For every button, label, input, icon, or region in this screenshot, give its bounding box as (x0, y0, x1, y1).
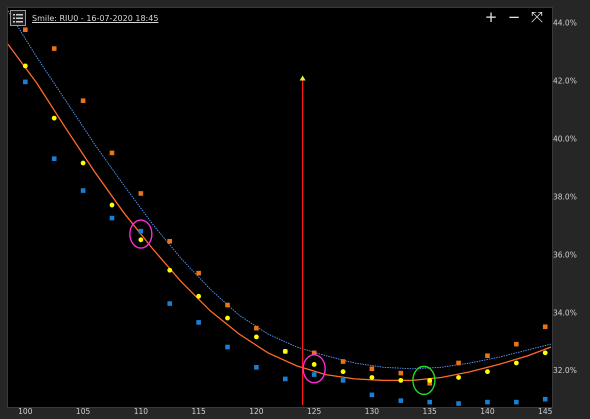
chart-toolbar: + − ⤧ (484, 10, 544, 25)
chart-title[interactable]: Smile: RIU0 - 16-07-2020 18:45 (32, 14, 158, 23)
mid-point (456, 375, 461, 380)
bid-point (109, 215, 115, 221)
mid-point (282, 348, 288, 354)
x-tick-label: 110 (134, 407, 149, 416)
y-tick-label: 34.0% (553, 308, 577, 317)
ask-point (196, 270, 201, 276)
zoom-out-icon[interactable]: − (507, 10, 521, 25)
ask-point (225, 302, 230, 308)
bid-point (369, 392, 375, 398)
bid-point (225, 344, 230, 350)
ask-point (456, 360, 461, 366)
mid-point (51, 115, 57, 121)
y-tick-label: 44.0% (553, 18, 577, 27)
mid-point (80, 160, 86, 166)
mid-point (340, 369, 346, 375)
ask-point (398, 370, 404, 376)
ask-point (542, 324, 548, 330)
ask-point (369, 366, 375, 372)
y-tick-label: 42.0% (553, 76, 577, 85)
bid-point (254, 365, 259, 370)
bid-point (80, 188, 86, 193)
mid-point (225, 315, 230, 321)
x-tick-label: 130 (365, 407, 380, 416)
mid-point (427, 377, 433, 383)
ask-point (167, 238, 173, 244)
y-tick-label: 38.0% (553, 192, 577, 201)
bid-point (398, 398, 404, 403)
mid-point (398, 377, 404, 383)
ask-point (109, 150, 115, 156)
x-tick-label: 135 (423, 407, 438, 416)
bid-point (282, 376, 288, 382)
ask-point (485, 353, 490, 359)
mid-point (369, 375, 375, 380)
bid-point (167, 301, 173, 306)
smile-chart[interactable]: 100 105 110 115 120 125 130 135 140 145 32.0% 34.0%… (0, 0, 590, 419)
mid-point (196, 293, 202, 299)
fit-icon[interactable]: ⤧ (530, 10, 544, 25)
mid-point (167, 267, 173, 273)
ask-point (514, 341, 519, 347)
list-icon-glyph (13, 13, 23, 22)
ask-point (51, 46, 57, 51)
bid-point (311, 372, 317, 377)
bid-point (340, 378, 346, 383)
mid-point (109, 202, 115, 208)
list-icon[interactable] (10, 10, 26, 26)
bid-point (23, 79, 28, 85)
bid-point (456, 401, 461, 406)
x-tick-label: 125 (307, 407, 322, 416)
ask-point (138, 191, 144, 196)
bid-point (51, 156, 57, 161)
mid-point (485, 369, 490, 375)
mid-point (542, 350, 548, 356)
bid-point (196, 320, 201, 325)
ask-point (80, 98, 86, 104)
ask-point (23, 27, 28, 33)
mid-point (22, 63, 28, 69)
x-tick-label: 140 (480, 407, 495, 416)
x-tick-label: 145 (538, 407, 553, 416)
chart-window: 100 105 110 115 120 125 130 135 140 145 32.0% 34.0%… (0, 0, 590, 419)
x-tick-label: 120 (249, 407, 264, 416)
ask-point (340, 359, 346, 364)
strike-marker (299, 75, 306, 81)
fitted-smile-curve (7, 43, 552, 382)
bid-point (138, 228, 144, 234)
x-tick-label: 100 (18, 407, 33, 416)
mid-point (253, 334, 259, 340)
bid-point (514, 399, 519, 405)
mid-point (513, 360, 519, 366)
bid-point (427, 399, 432, 405)
mid-point (138, 237, 144, 243)
mid-point (311, 362, 317, 367)
chart-header: Smile: RIU0 - 16-07-2020 18:45 (10, 10, 158, 26)
y-tick-label: 32.0% (553, 366, 577, 375)
ask-point (254, 325, 259, 331)
bid-point (542, 396, 548, 402)
x-tick-label: 105 (76, 407, 91, 416)
zoom-in-icon[interactable]: + (484, 10, 498, 25)
upper-smile-curve (7, 10, 552, 370)
y-tick-label: 36.0% (553, 250, 577, 259)
bid-point (485, 399, 490, 405)
x-tick-label: 115 (191, 407, 206, 416)
y-tick-label: 40.0% (553, 134, 577, 143)
